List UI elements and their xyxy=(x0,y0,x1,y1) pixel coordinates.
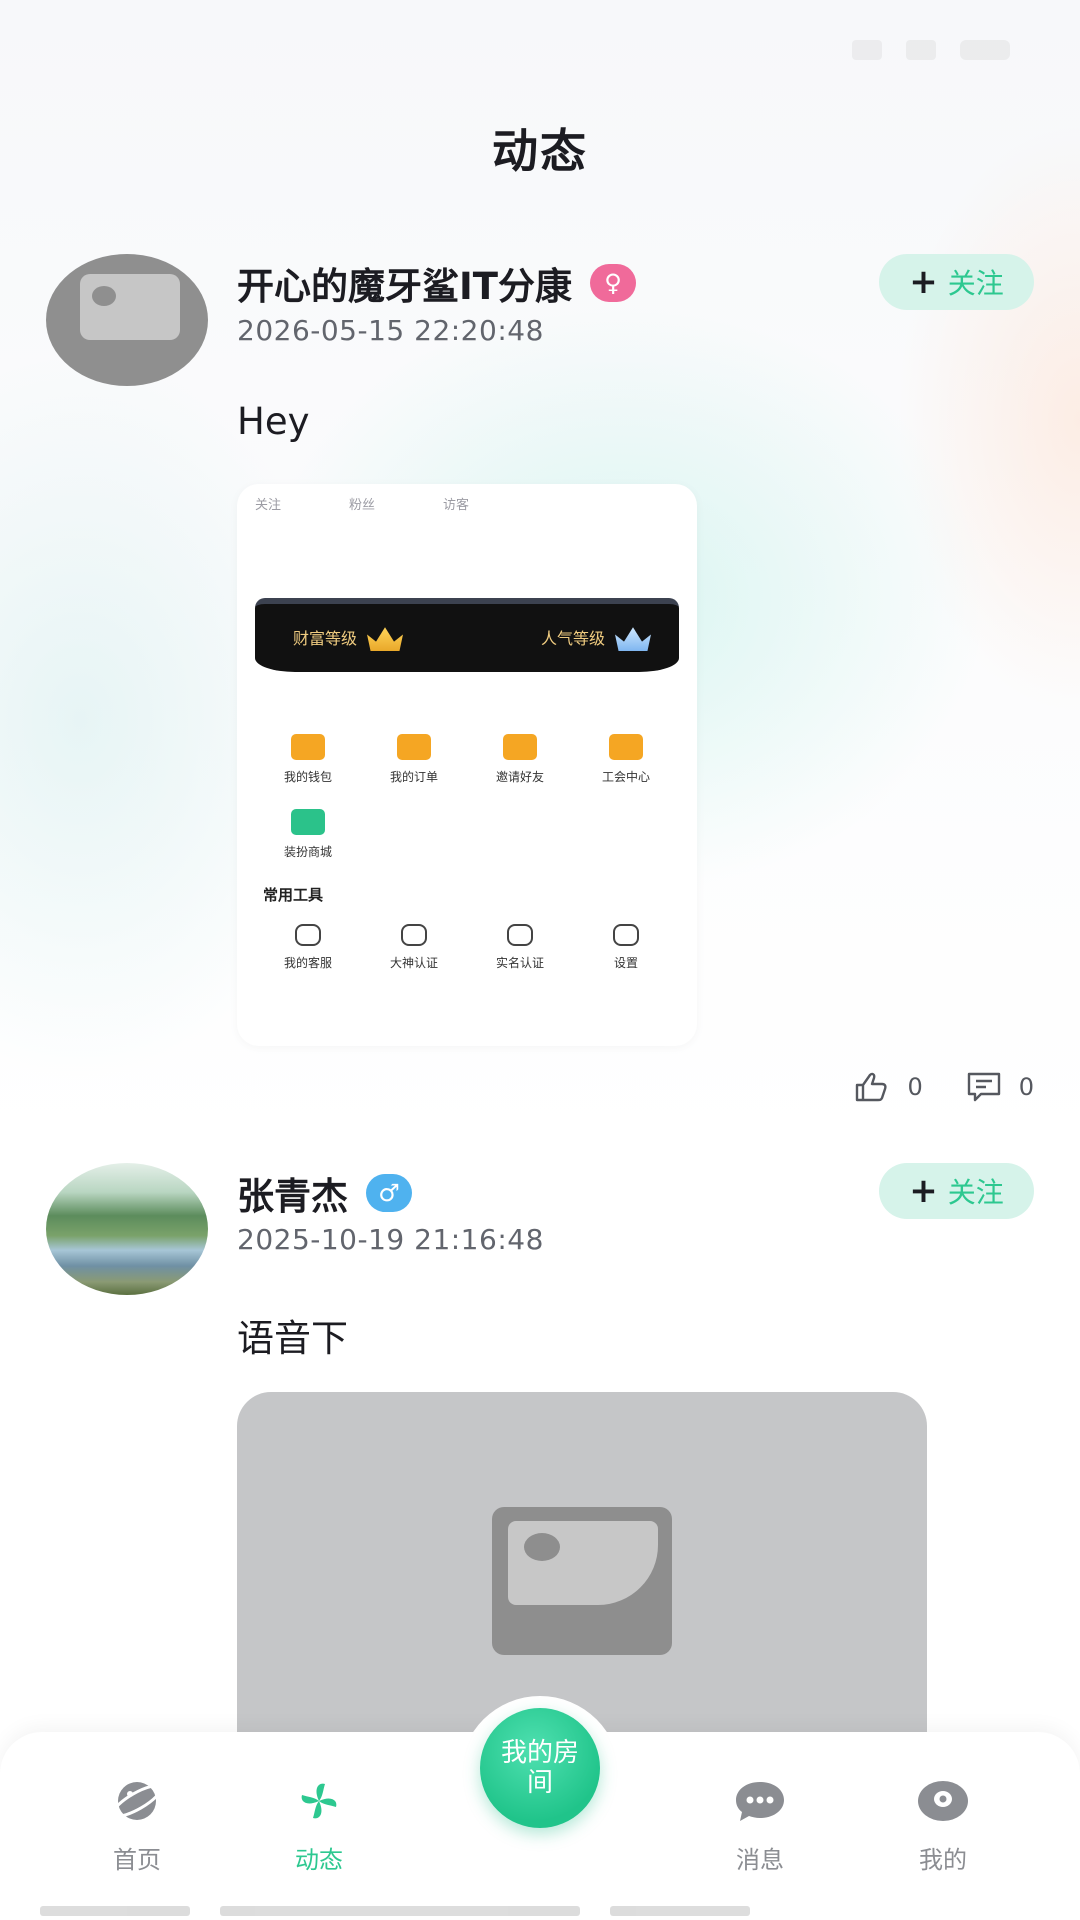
planet-icon xyxy=(111,1782,163,1820)
shop-icon xyxy=(291,809,325,835)
status-icons xyxy=(852,40,1010,60)
gold-crown-icon xyxy=(367,627,404,652)
tab-feed[interactable]: 动态 xyxy=(244,1778,394,1875)
follow-button-label: 关注 xyxy=(947,1176,1004,1209)
screenshot-level-card: 财富等级 人气等级 xyxy=(255,598,679,672)
plus-icon: + xyxy=(909,262,938,302)
post-timestamp: 2026-05-15 22:20:48 xyxy=(237,314,544,347)
pinwheel-icon xyxy=(301,1783,337,1819)
post-text: Hey xyxy=(237,400,310,443)
follow-button-label: 关注 xyxy=(947,267,1004,300)
battery-icon xyxy=(960,40,1010,60)
screenshot-menu-item: 邀请好友 xyxy=(467,734,573,785)
comment-icon xyxy=(967,1072,1000,1102)
wifi-icon xyxy=(906,40,936,60)
female-gender-icon: ♀ xyxy=(590,264,637,302)
avatar[interactable] xyxy=(46,1163,208,1295)
page-title: 动态 xyxy=(492,124,588,178)
screenshot-stats: 关注 粉丝 访客 xyxy=(255,498,470,513)
post-text: 语音下 xyxy=(237,1317,348,1360)
screenshot-tools-title: 常用工具 xyxy=(263,886,324,904)
screenshot-menu-item: 我的订单 xyxy=(361,734,467,785)
plus-icon: + xyxy=(909,1171,938,1211)
screenshot-menu-item: 装扮商城 xyxy=(255,809,361,860)
invite-friend-icon xyxy=(503,734,537,760)
male-gender-icon: ♂ xyxy=(366,1174,412,1212)
screenshot-menu-item: 我的钱包 xyxy=(255,734,361,785)
blue-crown-icon xyxy=(615,627,651,652)
post-timestamp: 2025-10-19 21:16:48 xyxy=(237,1223,544,1256)
image-placeholder-icon xyxy=(80,274,180,340)
headset-icon xyxy=(295,924,321,946)
chat-bubble-icon xyxy=(736,1782,784,1821)
post-author-name[interactable]: 张青杰 ♂ xyxy=(237,1166,412,1220)
screenshot-tools-grid: 我的客服 大神认证 实名认证 设置 xyxy=(255,924,679,971)
user-verify-icon xyxy=(401,924,427,946)
eye-icon xyxy=(918,1781,968,1821)
signal-icon xyxy=(852,40,882,60)
id-card-icon xyxy=(507,924,533,946)
screenshot-menu-item: 工会中心 xyxy=(573,734,679,785)
like-button[interactable]: 0 xyxy=(855,1072,923,1102)
settings-icon xyxy=(613,924,639,946)
follow-button[interactable]: + 关注 xyxy=(879,1163,1034,1219)
post-author-name[interactable]: 开心的魔牙鲨IT分康 ♀ xyxy=(237,256,637,310)
follow-button[interactable]: + 关注 xyxy=(879,254,1034,310)
thumbs-up-icon xyxy=(856,1072,888,1102)
screenshot-menu-grid: 我的钱包 我的订单 邀请好友 工会中心 装扮商城 xyxy=(255,734,679,860)
tab-home[interactable]: 首页 xyxy=(62,1778,212,1875)
wallet-icon xyxy=(291,734,325,760)
guild-icon xyxy=(609,734,643,760)
next-post-peek xyxy=(40,1906,1040,1920)
tab-messages[interactable]: 消息 xyxy=(685,1778,835,1875)
like-count: 0 xyxy=(907,1073,923,1101)
status-bar xyxy=(0,0,1080,100)
order-icon xyxy=(397,734,431,760)
comment-count: 0 xyxy=(1018,1073,1034,1101)
avatar[interactable] xyxy=(46,254,208,386)
image-placeholder-icon xyxy=(492,1507,672,1655)
post-actions: 0 0 xyxy=(855,1072,1034,1102)
tab-mine[interactable]: 我的 xyxy=(868,1778,1018,1875)
comment-button[interactable]: 0 xyxy=(967,1072,1034,1102)
my-room-button[interactable]: 我的房间 xyxy=(480,1708,600,1828)
post-image[interactable]: 关注 粉丝 访客 财富等级 人气等级 我的钱包 我的订单 邀请好友 工会中心 装… xyxy=(237,484,697,1046)
